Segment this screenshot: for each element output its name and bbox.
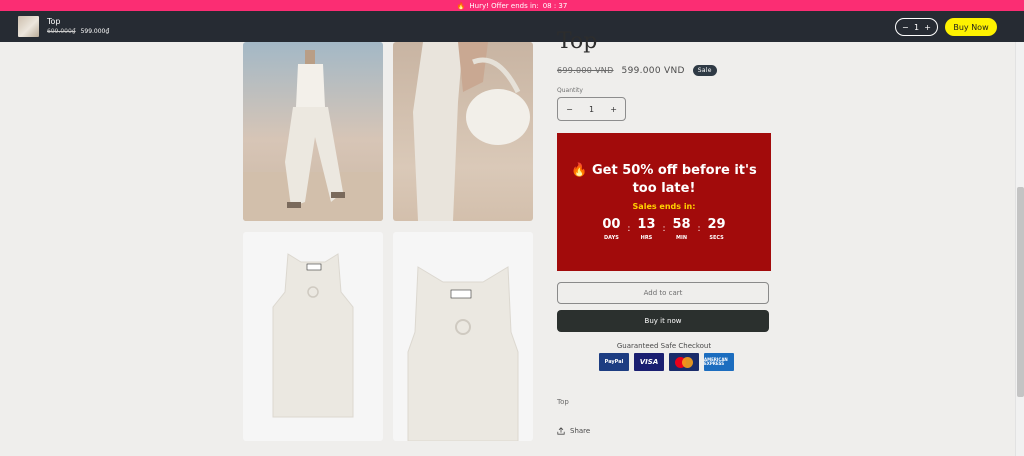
qty-minus-button[interactable]: − [566, 105, 573, 114]
countdown-timer: 00 DAYS : 13 HRS : 58 MIN : 29 SECS [557, 217, 771, 241]
quantity-input[interactable]: 1 [589, 105, 594, 114]
quantity-stepper: − 1 + [557, 97, 626, 121]
add-to-cart-button[interactable]: Add to cart [557, 282, 769, 304]
offer-title: 🔥 Get 50% off before it's too late! [557, 162, 771, 198]
garment-photo-flat [272, 253, 354, 418]
product-image-3[interactable] [243, 232, 383, 441]
share-button[interactable]: Share [557, 427, 590, 435]
countdown-separator: : [662, 224, 666, 234]
sticky-new-price: 599.000₫ [80, 28, 110, 35]
sticky-qty-minus-button[interactable]: − [902, 23, 909, 32]
fire-icon: 🔥 [571, 163, 588, 178]
sticky-quantity-stepper: − 1 + [895, 18, 938, 36]
payment-icons: PayPal VISA AMERICAN EXPRESS [599, 353, 734, 371]
product-title: Top [557, 29, 598, 54]
countdown-separator: : [697, 224, 701, 234]
quantity-label: Quantity [557, 87, 583, 94]
countdown-seconds: 29 SECS [703, 217, 731, 241]
countdown-days-value: 00 [602, 217, 621, 232]
model-photo-side [413, 42, 530, 221]
countdown-days: 00 DAYS [597, 217, 625, 241]
share-icon [557, 427, 565, 435]
countdown-hours-value: 13 [637, 217, 656, 232]
promo-text: Hury! Offer ends in: [469, 1, 539, 10]
offer-title-text: Get 50% off before it's too late! [592, 163, 757, 196]
qty-plus-button[interactable]: + [610, 105, 617, 114]
promo-countdown-bar: 🔥 Hury! Offer ends in: 08 : 37 [0, 0, 1024, 11]
offer-subtitle: Sales ends in: [632, 202, 696, 211]
promo-timer: 08 : 37 [542, 1, 568, 10]
countdown-minutes: 58 MIN [668, 217, 696, 241]
sticky-qty-plus-button[interactable]: + [924, 23, 931, 32]
model-photo-front [243, 50, 383, 221]
regular-price: 699.000 VND [557, 66, 614, 75]
price-row: 699.000 VND 599.000 VND Sale [557, 65, 717, 76]
product-image-4[interactable] [393, 232, 533, 441]
product-meta-text: Top [557, 398, 569, 406]
countdown-hours-label: HRS [640, 235, 653, 241]
sticky-product-prices: 699.000₫ 599.000₫ [47, 28, 109, 35]
sale-price: 599.000 VND [621, 65, 685, 76]
amex-icon: AMERICAN EXPRESS [704, 353, 734, 371]
scrollbar-thumb[interactable] [1017, 187, 1024, 397]
guaranteed-checkout-label: Guaranteed Safe Checkout [616, 342, 712, 350]
product-image-1[interactable] [243, 42, 383, 221]
mastercard-icon [669, 353, 699, 371]
page-scrollbar[interactable] [1015, 42, 1024, 456]
visa-icon: VISA [634, 353, 664, 371]
sticky-qty-value[interactable]: 1 [914, 23, 919, 32]
product-image-2[interactable] [393, 42, 533, 221]
sticky-product-bar: Top 699.000₫ 599.000₫ − 1 + Buy Now [0, 11, 1024, 42]
urgency-offer-box: 🔥 Get 50% off before it's too late! Sale… [557, 133, 771, 271]
share-label: Share [570, 427, 591, 435]
countdown-minutes-label: MIN [676, 235, 688, 241]
sale-badge: Sale [692, 65, 717, 76]
countdown-minutes-value: 58 [672, 217, 691, 232]
sticky-product-title: Top [47, 17, 61, 26]
countdown-hours: 13 HRS [632, 217, 660, 241]
countdown-days-label: DAYS [604, 235, 619, 241]
countdown-seconds-label: SECS [709, 235, 724, 241]
sticky-buy-now-button[interactable]: Buy Now [945, 18, 997, 36]
paypal-icon: PayPal [599, 353, 629, 371]
fire-icon: 🔥 [456, 1, 466, 10]
sticky-old-price: 699.000₫ [47, 28, 76, 35]
countdown-seconds-value: 29 [707, 217, 726, 232]
countdown-separator: : [627, 224, 631, 234]
sticky-product-thumbnail [18, 16, 39, 37]
garment-photo-closeup [407, 266, 519, 441]
buy-it-now-button[interactable]: Buy it now [557, 310, 769, 332]
